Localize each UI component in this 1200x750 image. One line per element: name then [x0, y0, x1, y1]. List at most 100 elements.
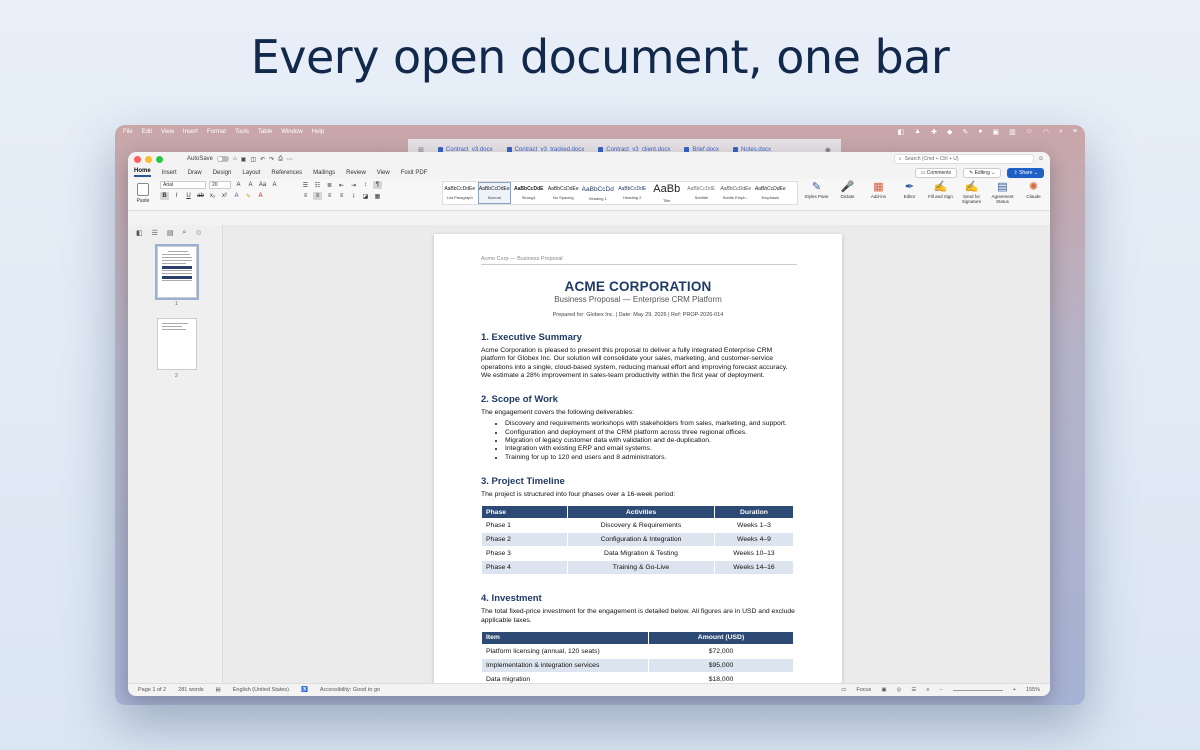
- dictate-button[interactable]: 🎤 Dictate: [835, 181, 860, 199]
- editor-button[interactable]: ✒ Editor: [897, 181, 922, 199]
- more-icon[interactable]: ⋯: [287, 156, 293, 163]
- autosave-toggle[interactable]: [217, 156, 230, 162]
- italic-button[interactable]: I: [172, 192, 181, 200]
- numbering-icon[interactable]: ☷: [313, 181, 322, 189]
- status-icon[interactable]: ◧: [898, 128, 905, 136]
- tab-review[interactable]: Review: [346, 170, 366, 176]
- minimize-window-button[interactable]: [145, 155, 152, 163]
- style-subtle-emphasis[interactable]: AaBbCcDdEe Subtle Emph...: [719, 182, 753, 204]
- zoom-window-button[interactable]: [156, 155, 163, 163]
- zoom-level[interactable]: 155%: [1026, 687, 1040, 693]
- menu-window[interactable]: Window: [281, 129, 302, 135]
- account-icon[interactable]: ☺: [1038, 156, 1044, 162]
- tab-home[interactable]: Home: [134, 168, 151, 177]
- shading-icon[interactable]: ◪: [361, 192, 370, 200]
- style-strong[interactable]: AaBbCcDdE Strong1: [512, 182, 546, 204]
- send-for-signature-button[interactable]: ✍ Send for Signature: [959, 181, 984, 204]
- wifi-icon[interactable]: ◠: [1043, 128, 1049, 136]
- user-icon[interactable]: ☺: [1026, 128, 1033, 136]
- status-icon[interactable]: ▲: [914, 128, 921, 136]
- sort-icon[interactable]: ↕: [361, 181, 370, 189]
- proofing-icon[interactable]: ▤: [216, 687, 221, 693]
- style-subtitle[interactable]: AaBbCcDdE Subtitle: [685, 182, 719, 204]
- headings-icon[interactable]: ▤: [167, 229, 174, 237]
- print-layout-icon[interactable]: ▣: [881, 687, 886, 693]
- tab-design[interactable]: Design: [213, 170, 232, 176]
- document-canvas[interactable]: Acme Corp — Business Proposal ACME CORPO…: [223, 225, 1050, 683]
- comments-button[interactable]: ▭ Comments: [914, 167, 957, 178]
- menu-insert[interactable]: Insert: [183, 129, 198, 135]
- style-heading-2[interactable]: AaBbCcDdE Heading 2: [616, 182, 650, 204]
- status-icon[interactable]: ▥: [1009, 128, 1016, 136]
- record-icon[interactable]: ●: [978, 128, 982, 136]
- settings-icon[interactable]: ⚙: [195, 229, 201, 237]
- add-ins-button[interactable]: ▦ Add-ins: [866, 181, 891, 199]
- outline-icon[interactable]: ☰: [152, 229, 158, 237]
- styles-pane-button[interactable]: ✎ Styles Pane: [804, 181, 829, 199]
- text-effects-icon[interactable]: A: [232, 192, 241, 200]
- style-list-paragraph[interactable]: AaBbCcDdEe List Paragraph: [443, 182, 477, 204]
- redo-icon[interactable]: ↷: [269, 156, 274, 163]
- grow-font-icon[interactable]: A: [234, 181, 243, 189]
- edit-icon[interactable]: ✎: [962, 128, 968, 136]
- page-thumbnail-2[interactable]: [157, 318, 197, 370]
- home-icon[interactable]: ⌂: [233, 156, 237, 162]
- word-count[interactable]: 281 words: [178, 687, 203, 693]
- multilevel-list-icon[interactable]: ≣: [325, 181, 334, 189]
- style-no-spacing[interactable]: AaBbCcDdEe No Spacing: [547, 182, 581, 204]
- tab-layout[interactable]: Layout: [242, 170, 260, 176]
- tab-view[interactable]: View: [377, 170, 390, 176]
- clear-format-icon[interactable]: A: [270, 181, 279, 189]
- tab-draw[interactable]: Draw: [188, 170, 202, 176]
- editing-button[interactable]: ✎ Editing ⌄: [962, 167, 1002, 178]
- shrink-font-icon[interactable]: A: [246, 181, 255, 189]
- save-icon[interactable]: ▣: [241, 156, 247, 163]
- style-emphasis[interactable]: AaBbCcDdEe Emphasis: [754, 182, 788, 204]
- underline-button[interactable]: U: [184, 192, 193, 200]
- search-icon[interactable]: ⌕: [183, 229, 187, 237]
- document-page[interactable]: Acme Corp — Business Proposal ACME CORPO…: [434, 234, 842, 683]
- menu-edit[interactable]: Edit: [142, 129, 152, 135]
- show-marks-icon[interactable]: ¶: [373, 181, 382, 189]
- strikethrough-button[interactable]: ab: [196, 192, 205, 200]
- focus-icon[interactable]: ▭: [841, 687, 846, 693]
- style-heading-1[interactable]: AaBbCcDd Heading 1: [581, 182, 615, 204]
- style-title[interactable]: AaBb Title: [650, 182, 684, 204]
- tab-mailings[interactable]: Mailings: [313, 170, 335, 176]
- tab-foxit-pdf[interactable]: Foxit PDF: [401, 170, 428, 176]
- search-icon[interactable]: ⌕: [1059, 128, 1063, 136]
- menu-table[interactable]: Table: [258, 129, 272, 135]
- bold-button[interactable]: B: [160, 192, 169, 200]
- paste-button[interactable]: Paste: [132, 181, 154, 204]
- status-icon[interactable]: ▣: [992, 128, 999, 136]
- menu-format[interactable]: Format: [207, 129, 226, 135]
- zoom-out-icon[interactable]: −: [939, 687, 942, 693]
- status-icon[interactable]: ◆: [947, 128, 952, 136]
- outline-view-icon[interactable]: ☰: [911, 687, 916, 693]
- menu-file[interactable]: File: [123, 129, 133, 135]
- share-button[interactable]: ⇪ Share ⌄: [1007, 167, 1044, 178]
- font-name-select[interactable]: Arial: [160, 181, 206, 189]
- menu-tools[interactable]: Tools: [235, 129, 249, 135]
- claude-button[interactable]: ✺ Claude: [1021, 181, 1046, 199]
- undo-icon[interactable]: ↶: [260, 156, 265, 163]
- change-case-icon[interactable]: Aa: [258, 181, 267, 189]
- language[interactable]: English (United States): [233, 687, 289, 693]
- accessibility-icon[interactable]: ♿: [301, 687, 308, 693]
- bullets-icon[interactable]: ☰: [301, 181, 310, 189]
- accessibility-status[interactable]: Accessibility: Good to go: [320, 687, 380, 693]
- print-icon[interactable]: ⎙: [278, 156, 283, 163]
- versions-icon[interactable]: ◫: [250, 156, 256, 163]
- align-center-icon[interactable]: ≡: [313, 192, 322, 200]
- plus-icon[interactable]: ✚: [931, 128, 937, 136]
- menu-help[interactable]: Help: [312, 129, 324, 135]
- thumbnails-icon[interactable]: ◧: [136, 229, 143, 237]
- decrease-indent-icon[interactable]: ⇤: [337, 181, 346, 189]
- fill-and-sign-button[interactable]: ✍ Fill and Sign: [928, 181, 953, 199]
- zoom-in-icon[interactable]: +: [1013, 687, 1016, 693]
- align-right-icon[interactable]: ≡: [325, 192, 334, 200]
- align-left-icon[interactable]: ≡: [301, 192, 310, 200]
- tab-references[interactable]: References: [271, 170, 302, 176]
- page-thumbnail-1[interactable]: [155, 244, 199, 300]
- line-spacing-icon[interactable]: ↨: [349, 192, 358, 200]
